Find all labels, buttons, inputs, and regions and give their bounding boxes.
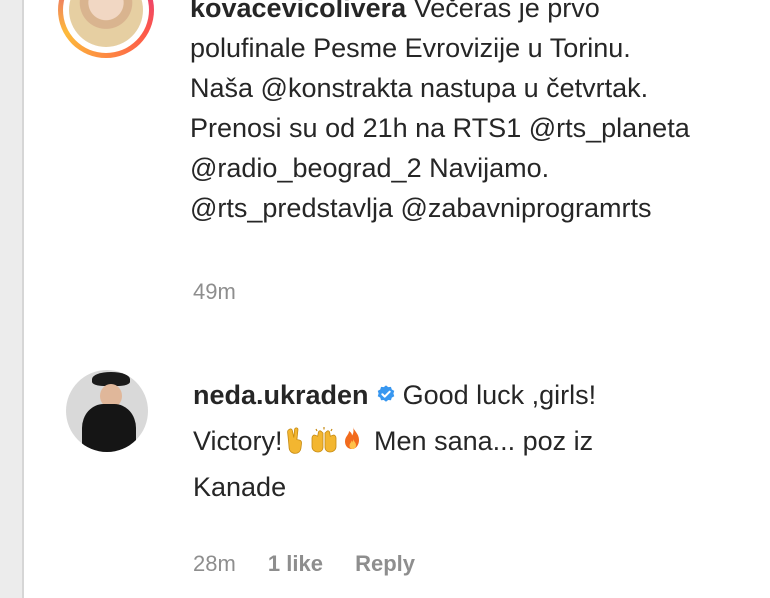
caption-text-line: @radio_beograd_2 Navijamo.	[190, 153, 550, 183]
left-background-strip	[0, 0, 22, 598]
comment-meta-row: 28m 1 like Reply	[193, 551, 441, 577]
avatar-body-shape	[82, 404, 136, 452]
reply-button[interactable]: Reply	[355, 551, 415, 576]
caption-text-line: @rts_predstavlja @zabavniprogramrts	[190, 193, 652, 223]
comment-text-line: Good luck ,girls!	[402, 380, 597, 410]
caption-username[interactable]: kovacevicolivera	[190, 0, 406, 23]
left-divider	[22, 0, 24, 598]
comment-line-1: neda.ukraden Good luck ,girls!	[193, 372, 753, 418]
comment-username[interactable]: neda.ukraden	[193, 380, 369, 410]
caption-text-line: Večeras je prvo	[413, 0, 600, 23]
caption-avatar-story-ring[interactable]	[58, 0, 154, 58]
verified-badge-icon	[377, 385, 394, 402]
caption-text-line: Prenosi su od 21h na RTS1 @rts_planeta	[190, 113, 690, 143]
caption-avatar-image	[69, 0, 143, 47]
caption-text-line: polufinale Pesme Evrovizije u Torinu.	[190, 33, 631, 63]
caption-line-1: kovacevicolivera Večeras je prvo	[190, 0, 770, 28]
comment-text-fragment: Victory!	[193, 426, 283, 456]
comment-text-fragment: Men sana... poz iz	[374, 426, 594, 456]
comment-likes-count[interactable]: 1 like	[268, 551, 323, 576]
caption-text-line: Naša @konstrakta nastupa u četvrtak.	[190, 73, 649, 103]
caption-avatar[interactable]	[63, 0, 149, 53]
victory-hand-icon	[286, 427, 302, 454]
raising-hands-icon	[311, 427, 336, 453]
comment-line-2: Victory! Men sana... poz iz	[193, 418, 753, 464]
caption-text: kovacevicolivera Večeras je prvo polufin…	[190, 0, 770, 228]
comment-text-line: Kanade	[193, 472, 287, 502]
comment-avatar[interactable]	[66, 370, 148, 452]
fire-icon	[344, 427, 359, 449]
comment-timestamp[interactable]: 28m	[193, 551, 236, 576]
comment-text: neda.ukraden Good luck ,girls! Victory! …	[193, 372, 753, 510]
caption-timestamp[interactable]: 49m	[193, 279, 236, 305]
